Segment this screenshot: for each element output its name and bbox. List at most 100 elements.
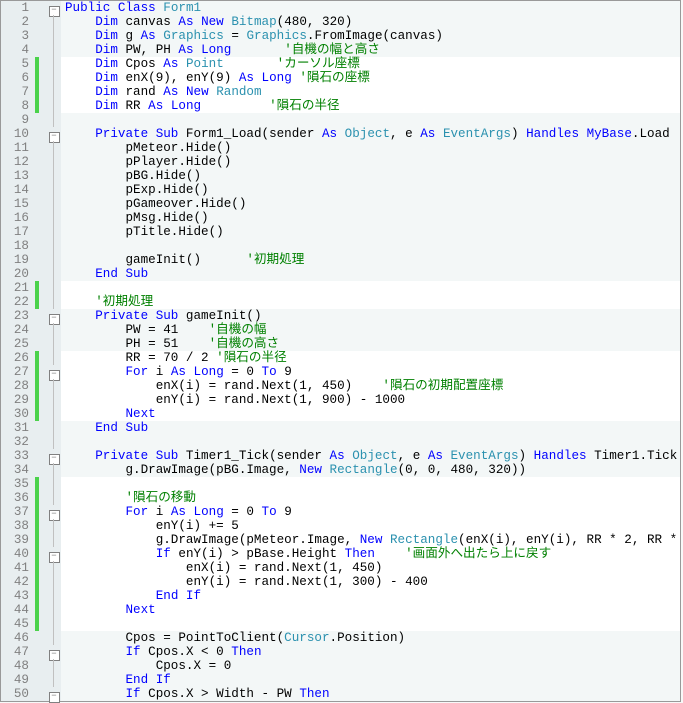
fold-cell xyxy=(47,421,61,435)
code-line[interactable] xyxy=(61,477,680,491)
fold-gutter[interactable]: − − − − − − − − − xyxy=(47,1,61,701)
code-line[interactable]: Private Sub Form1_Load(sender As Object,… xyxy=(61,127,680,141)
token-id: ) xyxy=(511,127,526,141)
code-line[interactable]: Private Sub gameInit() xyxy=(61,309,680,323)
token-id: ) xyxy=(519,449,534,463)
line-number: 26 xyxy=(1,351,29,365)
fold-cell xyxy=(47,113,61,127)
fold-cell[interactable]: − xyxy=(47,505,61,519)
line-number: 3 xyxy=(1,29,29,43)
token-cmt: '自機の幅 xyxy=(209,323,267,337)
code-line[interactable]: End Sub xyxy=(61,267,680,281)
fold-cell[interactable]: − xyxy=(47,127,61,141)
fold-cell xyxy=(47,337,61,351)
code-line[interactable] xyxy=(61,113,680,127)
line-number: 29 xyxy=(1,393,29,407)
code-line[interactable]: '隕石の移動 xyxy=(61,491,680,505)
code-line[interactable]: Public Class Form1 xyxy=(61,1,680,15)
code-editor[interactable]: 1234567891011121314151617181920212223242… xyxy=(0,0,681,702)
fold-cell[interactable]: − xyxy=(47,449,61,463)
code-line[interactable]: Cpos = PointToClient(Cursor.Position) xyxy=(61,631,680,645)
fold-cell xyxy=(47,267,61,281)
code-line[interactable]: Dim RR As Long '隕石の半径 xyxy=(61,99,680,113)
change-marker-gutter xyxy=(33,1,47,701)
line-number: 1 xyxy=(1,1,29,15)
code-line[interactable] xyxy=(61,239,680,253)
fold-cell xyxy=(47,57,61,71)
token-cmt: '隕石の半径 xyxy=(216,351,287,365)
code-line[interactable]: Dim PW, PH As Long '自機の幅と高さ xyxy=(61,43,680,57)
code-line[interactable] xyxy=(61,281,680,295)
code-line[interactable]: PH = 51 '自機の高さ xyxy=(61,337,680,351)
code-line[interactable] xyxy=(61,435,680,449)
code-line[interactable]: g.DrawImage(pBG.Image, New Rectangle(0, … xyxy=(61,463,680,477)
code-line[interactable]: PW = 41 '自機の幅 xyxy=(61,323,680,337)
fold-cell[interactable]: − xyxy=(47,309,61,323)
change-marker xyxy=(33,631,47,645)
code-line[interactable]: pBG.Hide() xyxy=(61,169,680,183)
code-line[interactable]: enY(i) = rand.Next(1, 300) - 400 xyxy=(61,575,680,589)
code-line[interactable]: If enY(i) > pBase.Height Then '画面外へ出たら上に… xyxy=(61,547,680,561)
token-id xyxy=(65,645,125,659)
code-line[interactable]: g.DrawImage(pMeteor.Image, New Rectangle… xyxy=(61,533,680,547)
token-id xyxy=(579,127,587,141)
code-line[interactable] xyxy=(61,617,680,631)
fold-cell xyxy=(47,407,61,421)
token-id: pMsg.Hide() xyxy=(65,211,209,225)
token-id xyxy=(337,127,345,141)
token-id xyxy=(382,533,390,547)
code-line[interactable]: Dim rand As New Random xyxy=(61,85,680,99)
token-id: pGameover.Hide() xyxy=(65,197,246,211)
token-id: RR xyxy=(118,99,148,113)
code-line[interactable]: Cpos.X = 0 xyxy=(61,659,680,673)
code-line[interactable]: pMeteor.Hide() xyxy=(61,141,680,155)
code-line[interactable]: gameInit() '初期処理 xyxy=(61,253,680,267)
code-line[interactable]: Next xyxy=(61,603,680,617)
code-line[interactable]: Dim g As Graphics = Graphics.FromImage(c… xyxy=(61,29,680,43)
line-number: 24 xyxy=(1,323,29,337)
code-line[interactable]: For i As Long = 0 To 9 xyxy=(61,365,680,379)
code-line[interactable]: End If xyxy=(61,589,680,603)
token-kw: Dim xyxy=(95,99,118,113)
code-line[interactable]: enY(i) = rand.Next(1, 900) - 1000 xyxy=(61,393,680,407)
code-line[interactable]: End Sub xyxy=(61,421,680,435)
line-number: 42 xyxy=(1,575,29,589)
code-line[interactable]: '初期処理 xyxy=(61,295,680,309)
change-marker xyxy=(33,351,47,365)
fold-cell[interactable]: − xyxy=(47,645,61,659)
code-line[interactable]: For i As Long = 0 To 9 xyxy=(61,505,680,519)
code-line[interactable]: Dim enX(9), enY(9) As Long '隕石の座標 xyxy=(61,71,680,85)
code-line[interactable]: pPlayer.Hide() xyxy=(61,155,680,169)
token-id xyxy=(178,57,186,71)
fold-toggle-icon[interactable]: − xyxy=(49,692,60,703)
code-line[interactable]: End If xyxy=(61,673,680,687)
code-line[interactable]: pMsg.Hide() xyxy=(61,211,680,225)
code-line[interactable]: Dim Cpos As Point 'カーソル座標 xyxy=(61,57,680,71)
code-line[interactable]: pGameover.Hide() xyxy=(61,197,680,211)
code-line[interactable]: enY(i) += 5 xyxy=(61,519,680,533)
code-area[interactable]: Public Class Form1 Dim canvas As New Bit… xyxy=(61,1,680,701)
fold-cell[interactable]: − xyxy=(47,1,61,15)
code-line[interactable]: pExp.Hide() xyxy=(61,183,680,197)
code-line[interactable]: enX(i) = rand.Next(1, 450) '隕石の初期配置座標 xyxy=(61,379,680,393)
code-line[interactable]: If Cpos.X > Width - PW Then xyxy=(61,687,680,701)
change-marker xyxy=(33,267,47,281)
code-line[interactable]: pTitle.Hide() xyxy=(61,225,680,239)
token-id: Cpos xyxy=(118,57,163,71)
token-id: enX(9), enY(9) xyxy=(118,71,239,85)
code-line[interactable]: Private Sub Timer1_Tick(sender As Object… xyxy=(61,449,680,463)
code-line[interactable]: If Cpos.X < 0 Then xyxy=(61,645,680,659)
token-id xyxy=(322,463,330,477)
token-id: = 0 xyxy=(224,505,262,519)
token-id: enY(i) += 5 xyxy=(65,519,239,533)
code-line[interactable]: Next xyxy=(61,407,680,421)
change-marker xyxy=(33,519,47,533)
token-id: pBG.Hide() xyxy=(65,169,201,183)
code-line[interactable]: RR = 70 / 2 '隕石の半径 xyxy=(61,351,680,365)
fold-cell[interactable]: − xyxy=(47,547,61,561)
fold-cell[interactable]: − xyxy=(47,365,61,379)
fold-cell[interactable]: − xyxy=(47,687,61,701)
code-line[interactable]: enX(i) = rand.Next(1, 450) xyxy=(61,561,680,575)
line-number: 17 xyxy=(1,225,29,239)
code-line[interactable]: Dim canvas As New Bitmap(480, 320) xyxy=(61,15,680,29)
